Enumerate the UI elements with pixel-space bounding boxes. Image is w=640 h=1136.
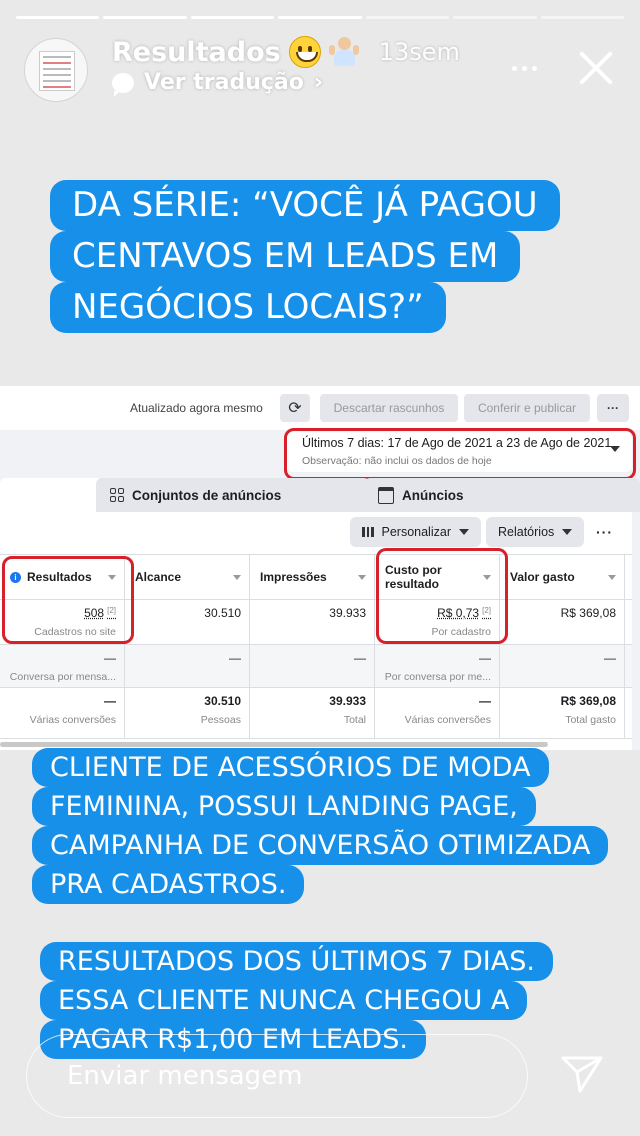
caption-line: RESULTADOS DOS ÚLTIMOS 7 DIAS. xyxy=(40,942,553,982)
cell-impressions: 39.933 xyxy=(250,600,375,644)
tab-ads-label: Anúncios xyxy=(402,487,464,503)
cell-amount-spent: R$ 369,08 xyxy=(500,600,625,644)
cell-amount-spent: — xyxy=(500,645,625,687)
progress-segment xyxy=(278,16,362,19)
message-placeholder: Enviar mensagem xyxy=(67,1061,303,1091)
chevron-down-icon xyxy=(458,529,469,535)
review-publish-button[interactable]: Conferir e publicar xyxy=(464,394,590,422)
story-progress-bar xyxy=(16,16,624,19)
more-icon[interactable]: ··· xyxy=(596,524,613,540)
progress-segment xyxy=(16,16,100,19)
story-username[interactable]: Resultados xyxy=(112,37,281,68)
cell-cost-per-result: — Por conversa por me... xyxy=(375,645,500,687)
columns-icon xyxy=(362,527,374,537)
tab-ad-sets-label: Conjuntos de anúncios xyxy=(132,487,282,503)
updated-status: Atualizado agora mesmo xyxy=(130,401,263,415)
send-icon[interactable] xyxy=(560,1054,604,1094)
grinning-face-emoji xyxy=(288,36,321,68)
caption-line: FEMININA, POSSUI LANDING PAGE, xyxy=(32,787,536,827)
speech-bubble-icon xyxy=(112,72,134,97)
cell-reach: — xyxy=(125,645,250,687)
ads-manager-topbar: Atualizado agora mesmo ⟳ Descartar rascu… xyxy=(0,386,640,430)
dot-icon xyxy=(521,65,527,71)
caption-line: PRA CADASTROS. xyxy=(32,865,305,905)
tab-campaigns[interactable] xyxy=(0,478,104,512)
cell-reach: 30.510 Pessoas xyxy=(125,688,250,738)
highlight-cover-thumbnail xyxy=(39,51,75,91)
progress-segment xyxy=(103,16,187,19)
sort-icon xyxy=(233,575,241,580)
dot-icon xyxy=(511,65,517,71)
chevron-down-icon xyxy=(562,529,573,535)
avatar[interactable] xyxy=(24,38,88,102)
chevron-right-icon: › xyxy=(313,70,323,95)
sort-icon xyxy=(358,575,366,580)
cell-impressions: — xyxy=(250,645,375,687)
level-tabs: Conjuntos de anúncios Anúncios xyxy=(0,472,640,512)
customize-columns-button[interactable]: Personalizar xyxy=(350,517,481,547)
translate-button[interactable]: Ver tradução › xyxy=(112,70,323,97)
progress-segment xyxy=(365,16,450,19)
caption-line: DA SÉRIE: “VOCÊ JÁ PAGOU xyxy=(50,180,560,232)
title-row: Resultados 13sem xyxy=(112,36,460,68)
cell-impressions: 39.933 Total xyxy=(250,688,375,738)
column-header-impressions[interactable]: Impressões xyxy=(250,555,375,599)
cell-cost-per-result: — Várias conversões xyxy=(375,688,500,738)
table-row: — Várias conversões 30.510 Pessoas 39.933 T… xyxy=(0,688,632,739)
more-options-button[interactable] xyxy=(504,56,544,80)
caption-middle: CLIENTE DE ACESSÓRIOS DE MODA FEMININA, … xyxy=(32,748,609,905)
progress-segment xyxy=(453,16,537,19)
caption-line: CENTAVOS EM LEADS EM xyxy=(50,231,521,283)
cell-results: — Conversa por mensa... xyxy=(0,645,125,687)
man-shrugging-emoji xyxy=(328,37,359,67)
tab-ad-sets[interactable]: Conjuntos de anúncios xyxy=(96,478,370,512)
customize-label: Personalizar xyxy=(381,525,451,539)
sort-icon xyxy=(608,575,616,580)
ad-sets-grid-icon xyxy=(110,488,124,502)
reports-button[interactable]: Relatórios xyxy=(486,517,585,547)
refresh-icon[interactable]: ⟳ xyxy=(280,394,310,422)
discard-drafts-button[interactable]: Descartar rascunhos xyxy=(320,394,458,422)
caption-line: CAMPANHA DE CONVERSÃO OTIMIZADA xyxy=(32,826,609,866)
highlight-results xyxy=(2,556,134,644)
dot-icon xyxy=(531,65,537,71)
cell-results: — Várias conversões xyxy=(0,688,125,738)
more-icon[interactable]: ··· xyxy=(597,394,629,422)
progress-segment xyxy=(190,16,275,19)
caption-line: ESSA CLIENTE NUNCA CHEGOU A xyxy=(40,981,528,1021)
column-header-amount-spent[interactable]: Valor gasto xyxy=(500,555,625,599)
caption-line: CLIENTE DE ACESSÓRIOS DE MODA xyxy=(32,748,549,788)
caption-line: NEGÓCIOS LOCAIS?” xyxy=(50,282,446,334)
caption-top: DA SÉRIE: “VOCÊ JÁ PAGOU CENTAVOS EM LEA… xyxy=(50,180,560,334)
message-input[interactable]: Enviar mensagem xyxy=(26,1034,528,1118)
ad-window-icon xyxy=(378,486,394,504)
cell-reach: 30.510 xyxy=(125,600,250,644)
highlight-cost-per-result xyxy=(376,548,508,644)
story-header: Resultados 13sem Ver tradução › xyxy=(22,36,618,106)
table-row: — Conversa por mensa... — — — Por conversa… xyxy=(0,645,632,688)
story-time: 13sem xyxy=(378,38,460,66)
ads-manager-screenshot: Atualizado agora mesmo ⟳ Descartar rascu… xyxy=(0,386,640,750)
close-icon[interactable] xyxy=(574,46,618,90)
tab-ads[interactable]: Anúncios xyxy=(364,478,640,512)
reports-label: Relatórios xyxy=(498,525,555,539)
cell-amount-spent: R$ 369,08 Total gasto xyxy=(500,688,625,738)
column-header-reach[interactable]: Alcance xyxy=(125,555,250,599)
horizontal-scrollbar[interactable] xyxy=(0,742,548,747)
translate-label: Ver tradução xyxy=(144,70,304,95)
progress-segment xyxy=(540,16,624,19)
